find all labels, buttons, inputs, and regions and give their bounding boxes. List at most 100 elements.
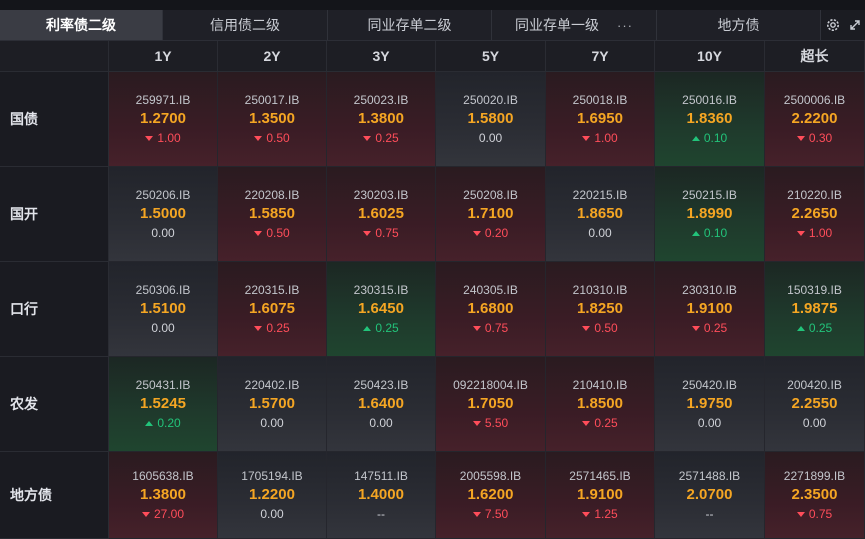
yield-value: 1.8250 [577, 300, 623, 317]
change-text: 1.25 [594, 507, 618, 521]
tab-ncd-primary[interactable]: 同业存单一级 ··· [492, 10, 657, 40]
quote-cell[interactable]: 150319.IB 1.9875 0.25 [765, 262, 865, 357]
quote-cell[interactable]: 2005598.IB 1.6200 7.50 [436, 452, 546, 539]
quote-cell[interactable]: 240305.IB 1.6800 0.75 [436, 262, 546, 357]
change-text: 0.75 [375, 226, 399, 240]
change-value: 0.50 [582, 320, 618, 336]
yield-value: 1.9875 [791, 300, 838, 317]
quote-cell[interactable]: 210220.IB 2.2650 1.00 [765, 167, 865, 262]
quote-cell[interactable]: 250423.IB 1.6400 0.00 [327, 357, 436, 452]
bond-code: 2005598.IB [459, 469, 522, 483]
quote-cell[interactable]: 230203.IB 1.6025 0.75 [327, 167, 436, 262]
quote-cell[interactable]: 250420.IB 1.9750 0.00 [655, 357, 765, 452]
change-value: 1.00 [145, 130, 181, 146]
yield-value: 1.6025 [358, 205, 404, 222]
quote-cell[interactable]: 2500006.IB 2.2200 0.30 [765, 72, 865, 167]
yield-value: 1.8650 [577, 205, 623, 222]
quote-cell[interactable]: 230310.IB 1.9100 0.25 [655, 262, 765, 357]
col-header-ultra-long[interactable]: 超长 [765, 41, 865, 72]
row-label[interactable]: 口行 [0, 262, 109, 357]
col-header-3y[interactable]: 3Y [327, 41, 436, 72]
change-value: 0.50 [254, 225, 290, 241]
row-label[interactable]: 国开 [0, 167, 109, 262]
quote-cell[interactable]: 220215.IB 1.8650 0.00 [546, 167, 655, 262]
change-text: 0.25 [375, 321, 399, 335]
yield-value: 1.6800 [467, 300, 514, 317]
tab-ncd-secondary[interactable]: 同业存单二级 [328, 10, 492, 40]
yield-value: 2.0700 [686, 486, 733, 503]
quote-cell[interactable]: 220315.IB 1.6075 0.25 [218, 262, 327, 357]
quote-cell[interactable]: 250206.IB 1.5000 0.00 [109, 167, 218, 262]
row-label[interactable]: 国债 [0, 72, 109, 167]
triangle-up-icon [145, 420, 154, 426]
yield-value: 1.6075 [249, 300, 295, 317]
col-header-7y[interactable]: 7Y [546, 41, 655, 72]
quote-cell[interactable]: 250016.IB 1.8360 0.10 [655, 72, 765, 167]
yield-value: 1.6450 [358, 300, 404, 317]
quote-cell[interactable]: 250023.IB 1.3800 0.25 [327, 72, 436, 167]
quote-cell[interactable]: 250306.IB 1.5100 0.00 [109, 262, 218, 357]
tab-credit-bond-secondary[interactable]: 信用债二级 [163, 10, 328, 40]
bond-code: 220215.IB [572, 188, 628, 202]
change-value: 0.00 [260, 506, 283, 522]
quote-cell[interactable]: 250017.IB 1.3500 0.50 [218, 72, 327, 167]
gear-icon[interactable] [821, 10, 845, 40]
quote-cell[interactable]: 220402.IB 1.5700 0.00 [218, 357, 327, 452]
change-text: 0.00 [588, 226, 612, 240]
quote-cell[interactable]: 147511.IB 1.4000 -- [327, 452, 436, 539]
change-value: 27.00 [141, 506, 184, 522]
bond-code: 210410.IB [572, 378, 628, 392]
more-icon[interactable]: ··· [617, 18, 633, 33]
row-label[interactable]: 地方债 [0, 452, 109, 539]
triangle-down-icon [582, 420, 591, 426]
triangle-down-icon [472, 325, 481, 331]
change-value: 1.25 [582, 506, 618, 522]
change-value: 0.25 [796, 320, 833, 336]
yield-value: 1.2200 [249, 486, 295, 503]
change-text: 0.00 [802, 416, 827, 430]
yield-value: 1.5100 [140, 300, 186, 317]
change-text: 0.00 [151, 321, 175, 335]
quote-cell[interactable]: 2571488.IB 2.0700 -- [655, 452, 765, 539]
change-text: 0.25 [808, 321, 833, 335]
bond-code: 259971.IB [135, 93, 191, 107]
change-text: 0.30 [808, 131, 833, 145]
yield-value: 1.9750 [686, 395, 733, 412]
quote-cell[interactable]: 2271899.IB 2.3500 0.75 [765, 452, 865, 539]
bond-code: 250020.IB [463, 93, 518, 107]
quote-cell[interactable]: 250431.IB 1.5245 0.20 [109, 357, 218, 452]
col-header-1y[interactable]: 1Y [109, 41, 218, 72]
quote-cell[interactable]: 210310.IB 1.8250 0.50 [546, 262, 655, 357]
row-label[interactable]: 农发 [0, 357, 109, 452]
quote-cell[interactable]: 1605638.IB 1.3800 27.00 [109, 452, 218, 539]
change-value: 0.00 [803, 415, 826, 431]
quote-cell[interactable]: 259971.IB 1.2700 1.00 [109, 72, 218, 167]
quote-cell[interactable]: 220208.IB 1.5850 0.50 [218, 167, 327, 262]
quote-cell[interactable]: 092218004.IB 1.7050 5.50 [436, 357, 546, 452]
bond-code: 220402.IB [244, 378, 300, 392]
col-header-5y[interactable]: 5Y [436, 41, 546, 72]
quote-cell[interactable]: 250208.IB 1.7100 0.20 [436, 167, 546, 262]
yield-value: 1.3800 [140, 486, 186, 503]
triangle-down-icon [254, 230, 263, 236]
change-text: 0.50 [594, 321, 618, 335]
quote-cell[interactable]: 230315.IB 1.6450 0.25 [327, 262, 436, 357]
col-header-10y[interactable]: 10Y [655, 41, 765, 72]
tab-rate-bond-secondary[interactable]: 利率债二级 [0, 10, 163, 40]
change-value: 7.50 [472, 506, 508, 522]
quote-cell[interactable]: 210410.IB 1.8500 0.25 [546, 357, 655, 452]
quote-cell[interactable]: 250215.IB 1.8990 0.10 [655, 167, 765, 262]
change-value: 0.00 [151, 225, 174, 241]
quote-cell[interactable]: 2571465.IB 1.9100 1.25 [546, 452, 655, 539]
quote-cell[interactable]: 250018.IB 1.6950 1.00 [546, 72, 655, 167]
bond-code: 220208.IB [244, 188, 300, 202]
tab-local-gov-bond[interactable]: 地方债 [657, 10, 821, 40]
bond-code: 240305.IB [463, 283, 518, 297]
quote-cell[interactable]: 250020.IB 1.5800 0.00 [436, 72, 546, 167]
quote-cell[interactable]: 1705194.IB 1.2200 0.00 [218, 452, 327, 539]
quote-cell[interactable]: 200420.IB 2.2550 0.00 [765, 357, 865, 452]
col-header-2y[interactable]: 2Y [218, 41, 327, 72]
bond-code: 1705194.IB [241, 469, 303, 483]
yield-value: 1.3500 [249, 110, 295, 127]
expand-icon[interactable] [845, 10, 865, 40]
